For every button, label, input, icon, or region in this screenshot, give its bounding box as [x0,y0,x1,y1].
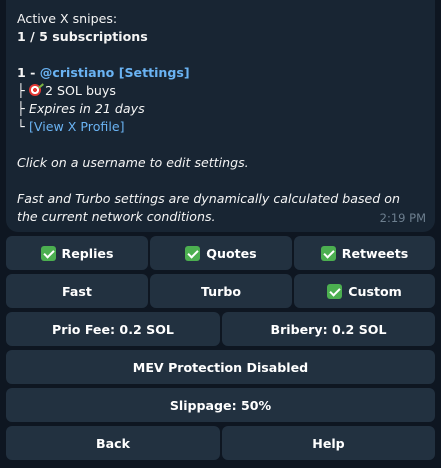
retweets-label: Retweets [341,245,409,261]
profile-line: └ [View X Profile] [17,118,424,136]
retweets-button[interactable]: Retweets [294,236,435,270]
settings-link[interactable]: [Settings] [119,65,190,80]
custom-label: Custom [348,283,402,299]
quotes-label: Quotes [206,245,257,261]
prio-fee-button[interactable]: Prio Fee: 0.2 SOL [6,312,220,346]
check-mark-button-icon [327,283,343,299]
buys-line: ├ 2 SOL buys [17,82,424,100]
bribery-label: Bribery: 0.2 SOL [270,321,387,337]
help-label: Help [312,435,345,451]
replies-button[interactable]: Replies [6,236,148,270]
expires-line: ├ Expires in 21 days [17,100,424,118]
slippage-label: Slippage: 50% [169,397,272,413]
fast-button[interactable]: Fast [6,274,148,308]
help-button[interactable]: Help [222,426,435,460]
custom-button[interactable]: Custom [294,274,435,308]
message-timestamp: 2:19 PM [379,211,426,225]
username-link[interactable]: @cristiano [40,65,115,80]
subscriptions-count: 1 / 5 subscriptions [17,29,148,44]
turbo-button[interactable]: Turbo [150,274,292,308]
buys-text: 2 SOL buys [45,83,116,98]
tree-branch: ├ [17,101,25,116]
network-note: Fast and Turbo settings are dynamically … [17,191,400,224]
fast-label: Fast [62,283,92,299]
check-mark-button-icon [40,245,56,261]
bribery-button[interactable]: Bribery: 0.2 SOL [222,312,435,346]
mev-protection-button[interactable]: MEV Protection Disabled [6,350,435,384]
replies-label: Replies [61,245,114,261]
expires-text: Expires in 21 days [29,101,145,116]
message-bubble: Active X snipes: 1 / 5 subscriptions 1 -… [6,0,435,232]
entry-line: 1 - @cristiano [Settings] [17,64,424,82]
hint-text: Click on a username to edit settings. [17,155,249,170]
turbo-label: Turbo [200,283,242,299]
quotes-button[interactable]: Quotes [150,236,292,270]
check-mark-button-icon [185,245,201,261]
direct-hit-icon [29,84,41,96]
tree-branch: ├ [17,83,25,98]
back-button[interactable]: Back [6,426,220,460]
view-profile-link[interactable]: [View X Profile] [29,119,125,134]
slippage-button[interactable]: Slippage: 50% [6,388,435,422]
back-label: Back [96,435,130,451]
prio-fee-label: Prio Fee: 0.2 SOL [52,321,174,337]
entry-prefix: 1 - [17,65,40,80]
tree-end: └ [17,119,25,134]
check-mark-button-icon [320,245,336,261]
mev-label: MEV Protection Disabled [132,359,309,375]
header-text: Active X snipes: [17,11,118,26]
